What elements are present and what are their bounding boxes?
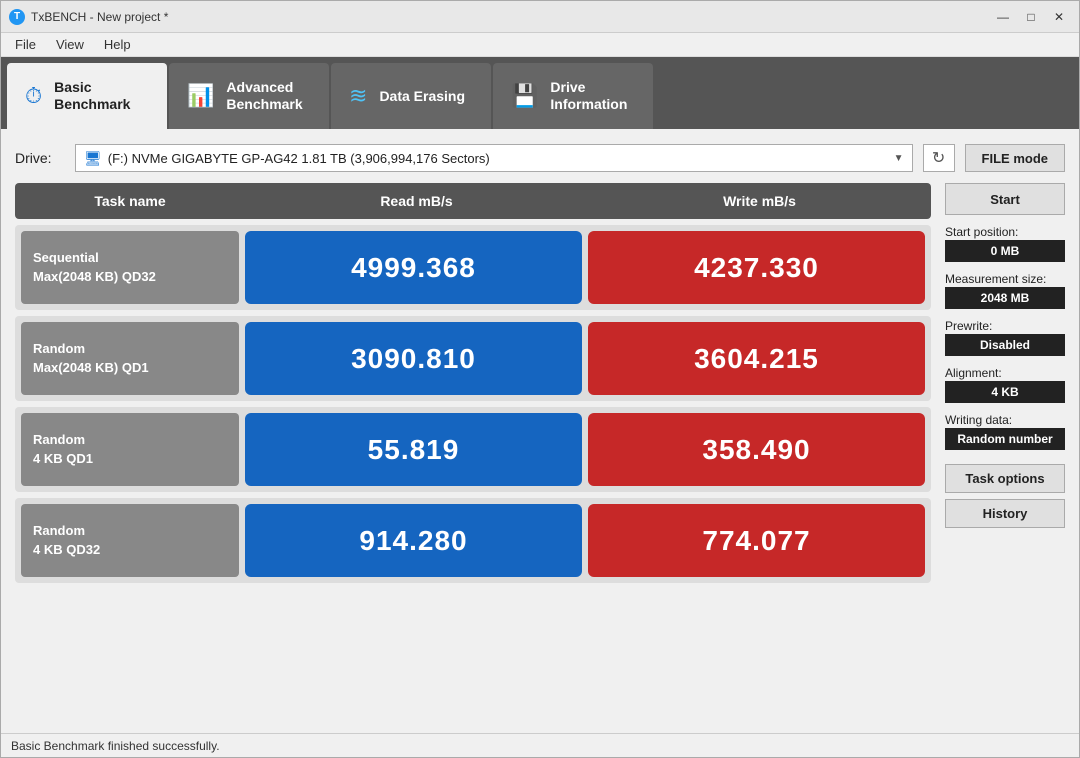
prewrite-label: Prewrite: <box>945 319 1065 333</box>
timer-icon: ⏱ <box>25 83 42 109</box>
drive-select[interactable]: 🖥 (F:) NVMe GIGABYTE GP-AG42 1.81 TB (3,… <box>75 144 913 172</box>
table-row: SequentialMax(2048 KB) QD32 4999.368 423… <box>15 225 931 310</box>
table-header: Task name Read mB/s Write mB/s <box>15 183 931 219</box>
table-row: RandomMax(2048 KB) QD1 3090.810 3604.215 <box>15 316 931 401</box>
read-value-sequential: 4999.368 <box>245 231 582 304</box>
col-read-header: Read mB/s <box>245 193 588 209</box>
status-bar: Basic Benchmark finished successfully. <box>1 733 1079 757</box>
drive-icon: 💾 <box>511 83 538 109</box>
write-value-random-4kb-qd1: 358.490 <box>588 413 925 486</box>
window-title: TxBENCH - New project * <box>31 10 991 24</box>
drive-type-icon: 🖥 <box>84 150 102 167</box>
main-area: Task name Read mB/s Write mB/s Sequentia… <box>15 183 1065 723</box>
prewrite-value: Disabled <box>945 334 1065 356</box>
menu-view[interactable]: View <box>46 35 94 54</box>
tab-advanced-benchmark[interactable]: 📊 AdvancedBenchmark <box>169 63 329 129</box>
task-name-sequential: SequentialMax(2048 KB) QD32 <box>21 231 239 304</box>
content-area: Drive: 🖥 (F:) NVMe GIGABYTE GP-AG42 1.81… <box>1 129 1079 733</box>
tab-data-erasing[interactable]: ≋ Data Erasing <box>331 63 491 129</box>
writing-data-label: Writing data: <box>945 413 1065 427</box>
param-start-position: Start position: 0 MB <box>945 221 1065 262</box>
tab-erasing-label: Data Erasing <box>379 88 465 105</box>
param-writing-data: Writing data: Random number <box>945 409 1065 450</box>
benchmark-table: Task name Read mB/s Write mB/s Sequentia… <box>15 183 931 723</box>
param-prewrite: Prewrite: Disabled <box>945 315 1065 356</box>
task-name-random-4kb-qd32: Random4 KB QD32 <box>21 504 239 577</box>
tab-drive-information[interactable]: 💾 DriveInformation <box>493 63 653 129</box>
table-row: Random4 KB QD1 55.819 358.490 <box>15 407 931 492</box>
col-task-header: Task name <box>15 193 245 209</box>
window-controls: — □ ✕ <box>991 7 1071 27</box>
task-name-random-qd1-2048: RandomMax(2048 KB) QD1 <box>21 322 239 395</box>
read-value-random-4kb-qd32: 914.280 <box>245 504 582 577</box>
drive-row: Drive: 🖥 (F:) NVMe GIGABYTE GP-AG42 1.81… <box>15 141 1065 175</box>
side-panel: Start Start position: 0 MB Measurement s… <box>945 183 1065 723</box>
read-value-random-4kb-qd1: 55.819 <box>245 413 582 486</box>
main-window: T TxBENCH - New project * — □ ✕ File Vie… <box>0 0 1080 758</box>
tab-basic-benchmark[interactable]: ⏱ BasicBenchmark <box>7 63 167 129</box>
drive-label: Drive: <box>15 150 65 166</box>
menu-bar: File View Help <box>1 33 1079 57</box>
minimize-button[interactable]: — <box>991 7 1015 27</box>
menu-file[interactable]: File <box>5 35 46 54</box>
alignment-value: 4 KB <box>945 381 1065 403</box>
start-position-value: 0 MB <box>945 240 1065 262</box>
alignment-label: Alignment: <box>945 366 1065 380</box>
history-button[interactable]: History <box>945 499 1065 528</box>
read-value-random-qd1-2048: 3090.810 <box>245 322 582 395</box>
erasing-icon: ≋ <box>349 83 367 109</box>
tab-advanced-label: AdvancedBenchmark <box>226 79 302 113</box>
start-position-label: Start position: <box>945 225 1065 239</box>
writing-data-value: Random number <box>945 428 1065 450</box>
measurement-size-value: 2048 MB <box>945 287 1065 309</box>
param-measurement-size: Measurement size: 2048 MB <box>945 268 1065 309</box>
menu-help[interactable]: Help <box>94 35 141 54</box>
write-value-random-4kb-qd32: 774.077 <box>588 504 925 577</box>
col-write-header: Write mB/s <box>588 193 931 209</box>
app-icon: T <box>9 9 25 25</box>
refresh-icon: ↻ <box>932 148 945 168</box>
task-name-random-4kb-qd1: Random4 KB QD1 <box>21 413 239 486</box>
refresh-button[interactable]: ↻ <box>923 144 955 172</box>
chevron-down-icon: ▼ <box>894 153 904 164</box>
maximize-button[interactable]: □ <box>1019 7 1043 27</box>
param-alignment: Alignment: 4 KB <box>945 362 1065 403</box>
status-text: Basic Benchmark finished successfully. <box>11 739 220 753</box>
write-value-sequential: 4237.330 <box>588 231 925 304</box>
file-mode-button[interactable]: FILE mode <box>965 144 1065 172</box>
table-row: Random4 KB QD32 914.280 774.077 <box>15 498 931 583</box>
close-button[interactable]: ✕ <box>1047 7 1071 27</box>
measurement-size-label: Measurement size: <box>945 272 1065 286</box>
title-bar: T TxBENCH - New project * — □ ✕ <box>1 1 1079 33</box>
chart-icon: 📊 <box>187 83 214 109</box>
task-options-button[interactable]: Task options <box>945 464 1065 493</box>
tab-bar: ⏱ BasicBenchmark 📊 AdvancedBenchmark ≋ D… <box>1 57 1079 129</box>
start-button[interactable]: Start <box>945 183 1065 215</box>
tab-basic-label: BasicBenchmark <box>54 79 130 113</box>
drive-value: (F:) NVMe GIGABYTE GP-AG42 1.81 TB (3,90… <box>108 151 888 166</box>
tab-drive-label: DriveInformation <box>550 79 627 113</box>
write-value-random-qd1-2048: 3604.215 <box>588 322 925 395</box>
